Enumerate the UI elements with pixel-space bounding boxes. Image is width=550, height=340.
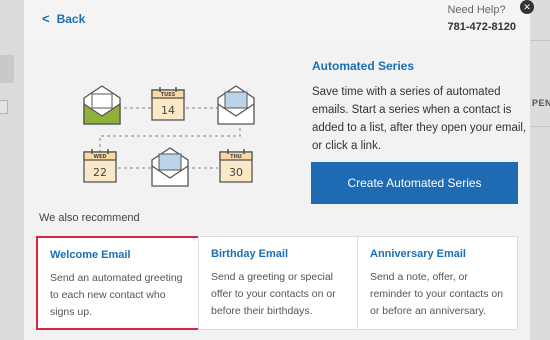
close-button[interactable]: ✕ xyxy=(520,0,534,14)
help-phone[interactable]: 781-472-8120 xyxy=(447,21,516,33)
card-title: Birthday Email xyxy=(211,248,289,260)
help-label: Need Help? xyxy=(447,4,506,16)
background-right-divider xyxy=(528,40,550,41)
calendar-label: TUES xyxy=(161,92,176,98)
recommendation-cards: Welcome Email Send an automated greeting… xyxy=(36,236,518,330)
create-automated-series-button[interactable]: Create Automated Series xyxy=(311,162,518,204)
welcome-email-card[interactable]: Welcome Email Send an automated greeting… xyxy=(36,236,200,330)
back-button[interactable]: < Back xyxy=(42,11,85,26)
background-right-panel: PEN xyxy=(528,0,550,340)
card-description: Send a greeting or special offer to your… xyxy=(211,271,336,317)
calendar-date: 30 xyxy=(229,166,243,179)
help-section: Need Help? 781-472-8120 xyxy=(447,4,516,33)
background-right-divider xyxy=(528,126,550,127)
recommend-heading: We also recommend xyxy=(39,212,140,224)
calendar-icon: THU 30 xyxy=(219,149,253,183)
background-right-text: PEN xyxy=(532,98,550,108)
calendar-date: 22 xyxy=(93,166,107,179)
calendar-label: WED xyxy=(93,154,106,160)
card-description: Send a note, offer, or reminder to your … xyxy=(370,271,504,317)
card-title: Anniversary Email xyxy=(370,248,466,260)
background-left-strip xyxy=(0,55,14,83)
anniversary-email-card[interactable]: Anniversary Email Send a note, offer, or… xyxy=(357,236,518,330)
calendar-icon: WED 22 xyxy=(83,149,117,183)
calendar-label: THU xyxy=(230,154,242,160)
feature-title: Automated Series xyxy=(312,59,415,73)
birthday-email-card[interactable]: Birthday Email Send a greeting or specia… xyxy=(198,236,358,330)
feature-description: Save time with a series of automated ema… xyxy=(312,86,527,152)
background-left-panel xyxy=(0,0,24,340)
envelope-icon xyxy=(217,85,255,125)
automated-series-illustration: TUES 14 WED 22 THU 30 xyxy=(83,85,255,187)
back-label: Back xyxy=(56,11,86,26)
close-icon: ✕ xyxy=(523,1,531,12)
envelope-icon xyxy=(151,147,189,187)
automation-modal: < Back Need Help? 781-472-8120 TUES 14 W… xyxy=(24,0,530,340)
card-title: Welcome Email xyxy=(50,249,131,261)
background-left-tab xyxy=(0,100,8,114)
calendar-date: 14 xyxy=(161,104,175,117)
card-description: Send an automated greeting to each new c… xyxy=(50,272,183,318)
chevron-left-icon: < xyxy=(42,11,50,26)
envelope-open-icon xyxy=(83,85,121,125)
calendar-icon: TUES 14 xyxy=(151,87,185,121)
